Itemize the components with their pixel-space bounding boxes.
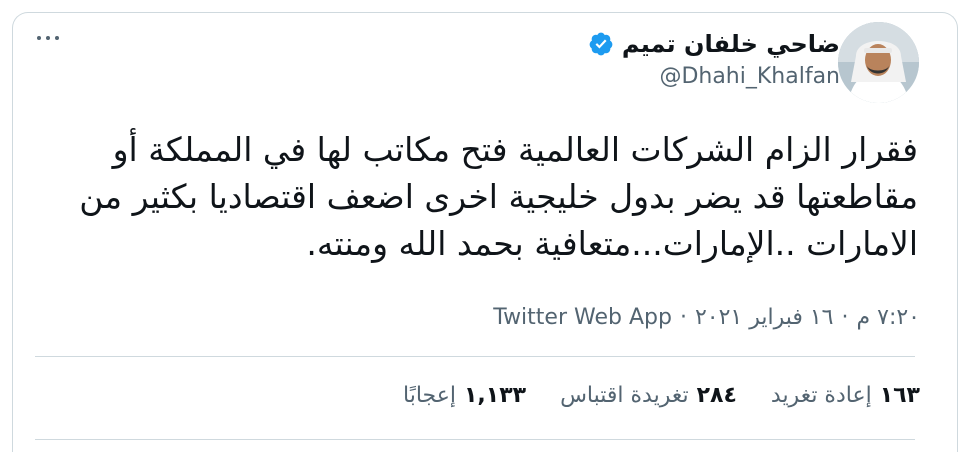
quotes-count: ٢٨٤ xyxy=(696,383,737,408)
author-handle[interactable]: @Dhahi_Khalfan xyxy=(659,64,840,89)
avatar-image xyxy=(838,22,919,103)
tweet-source[interactable]: Twitter Web App xyxy=(493,305,672,330)
avatar[interactable] xyxy=(838,22,919,103)
quotes-stat[interactable]: ٢٨٤ تغريدة اقتباس xyxy=(560,383,737,408)
meta-separator: · xyxy=(841,305,849,330)
divider-bottom xyxy=(35,439,915,440)
quotes-label: تغريدة اقتباس xyxy=(560,383,689,408)
meta-separator-2: · xyxy=(679,305,687,330)
more-dots-icon[interactable] xyxy=(37,36,59,40)
likes-count: ١,١٣٣ xyxy=(463,383,527,408)
tweet-text: فقرار الزام الشركات العالمية فتح مكاتب ل… xyxy=(79,130,918,263)
retweets-label: إعادة تغريد xyxy=(770,383,872,408)
retweets-count: ١٦٣ xyxy=(879,383,920,408)
tweet-time[interactable]: ٧:٢٠ م xyxy=(857,305,921,330)
author-name[interactable]: ضاحي خلفان تميم xyxy=(622,30,840,58)
tweet-stats: ١٦٣ إعادة تغريد ٢٨٤ تغريدة اقتباس ١,١٣٣ … xyxy=(403,383,920,408)
author-name-row[interactable]: ضاحي خلفان تميم xyxy=(588,30,840,58)
retweets-stat[interactable]: ١٦٣ إعادة تغريد xyxy=(771,383,920,408)
likes-label: إعجابًا xyxy=(403,383,456,408)
verified-badge-icon xyxy=(589,32,613,56)
divider xyxy=(35,356,915,357)
tweet-meta: ٧:٢٠ م · ١٦ فبراير ٢٠٢١ · Twitter Web Ap… xyxy=(493,305,920,330)
tweet-date[interactable]: ١٦ فبراير ٢٠٢١ xyxy=(695,305,834,330)
likes-stat[interactable]: ١,١٣٣ إعجابًا xyxy=(403,383,526,408)
